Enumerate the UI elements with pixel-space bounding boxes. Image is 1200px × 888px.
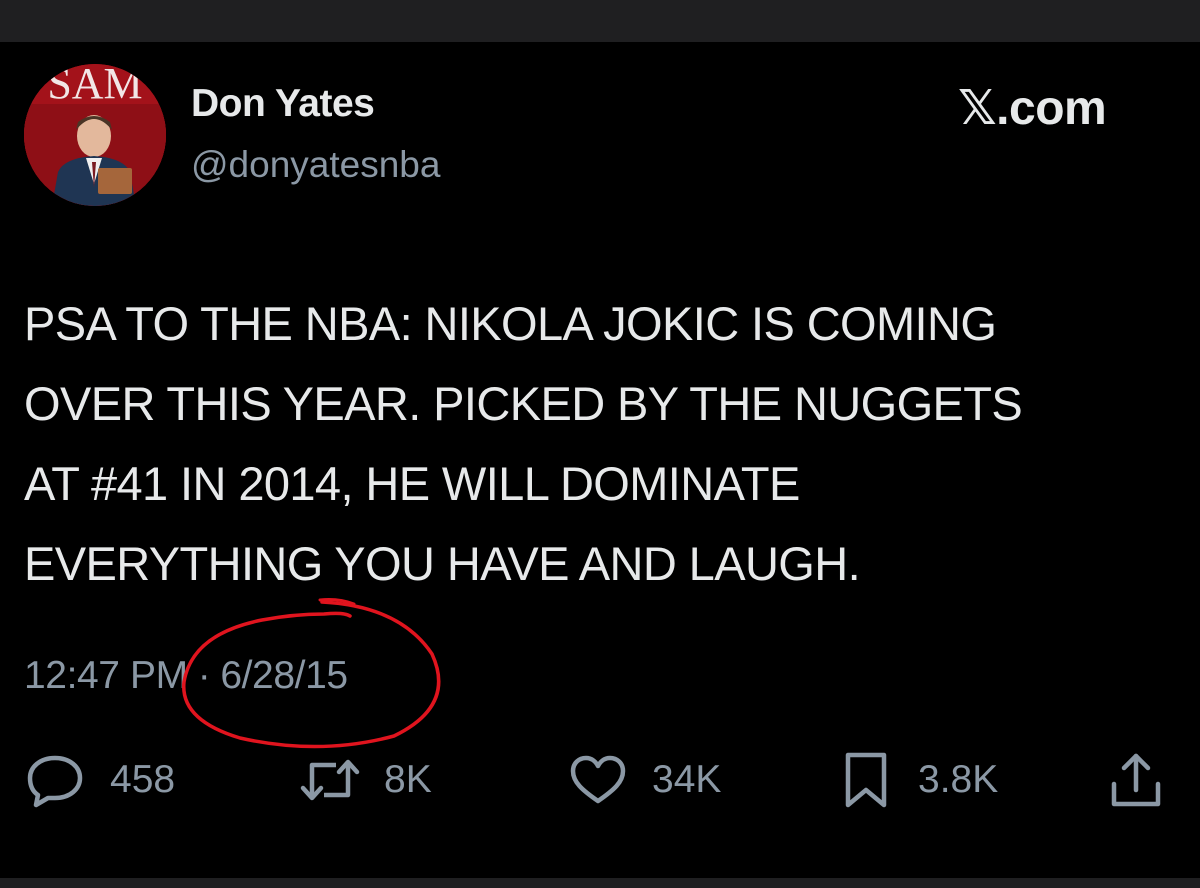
tweet-time: 12:47 PM (24, 654, 188, 697)
reply-count: 458 (110, 758, 176, 801)
avatar[interactable]: SAM (24, 64, 166, 206)
meta-separator: · (197, 654, 211, 697)
tweet-date: 6/28/15 (220, 654, 348, 697)
tweet-line: AT #41 IN 2014, HE WILL DOMINATE (24, 457, 800, 510)
tweet-line: OVER THIS YEAR. PICKED BY THE NUGGETS (24, 377, 1023, 430)
bookmark-icon (845, 752, 887, 808)
speech-bubble-icon (27, 755, 83, 808)
tweet-text: PSA TO THE NBA: NIKOLA JOKIC IS COMING O… (24, 284, 1164, 604)
author-handle[interactable]: @donyatesnba (191, 144, 440, 186)
retweet-arrows-icon (300, 759, 360, 801)
share-upload-icon (1111, 753, 1161, 807)
bookmark-button[interactable]: 3.8K (838, 748, 998, 812)
x-com-logo: 𝕏.com (958, 82, 1107, 135)
retweet-count: 8K (384, 758, 432, 801)
retweet-button[interactable]: 8K (300, 748, 432, 812)
author-name[interactable]: Don Yates (191, 82, 375, 126)
tweet-line: PSA TO THE NBA: NIKOLA JOKIC IS COMING (24, 297, 997, 350)
screenshot-frame: SAM Don Yates @donyatesnba 𝕏.com PSA TO … (0, 0, 1200, 888)
tweet-line: EVERYTHING YOU HAVE AND LAUGH. (24, 537, 861, 590)
like-button[interactable]: 34K (568, 748, 721, 812)
tweet-timestamp[interactable]: 12:47 PM · 6/28/15 (24, 654, 348, 698)
share-button[interactable] (1108, 748, 1164, 812)
like-count: 34K (652, 758, 722, 801)
bookmark-count: 3.8K (918, 758, 999, 801)
reply-button[interactable]: 458 (24, 748, 175, 812)
heart-icon (570, 755, 626, 804)
action-bar: 458 8K 34K 3.8K (0, 748, 1200, 812)
